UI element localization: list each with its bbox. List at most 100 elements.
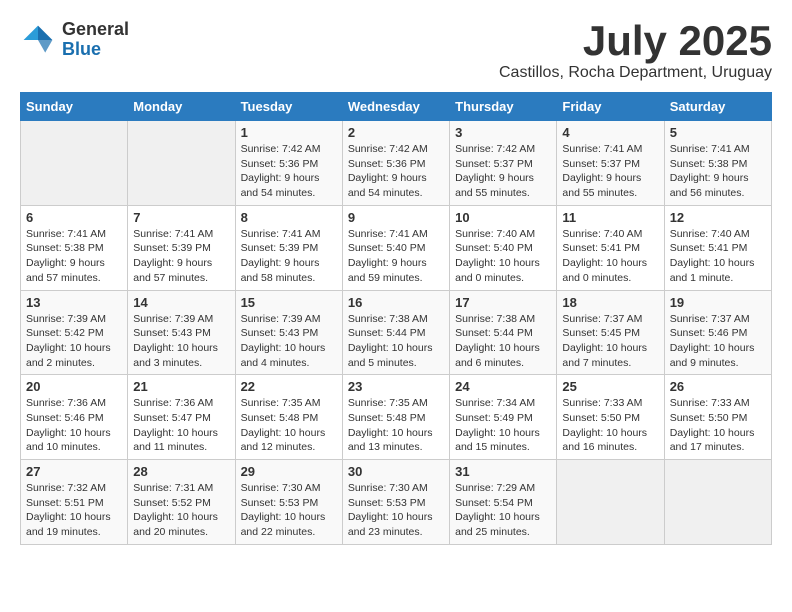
- calendar-cell: 8 Sunrise: 7:41 AM Sunset: 5:39 PM Daylig…: [235, 205, 342, 290]
- calendar-cell: [21, 121, 128, 206]
- calendar-cell: 17 Sunrise: 7:38 AM Sunset: 5:44 PM Dayli…: [450, 290, 557, 375]
- day-info: Sunrise: 7:40 AM Sunset: 5:41 PM Dayligh…: [562, 227, 658, 286]
- day-number: 13: [26, 295, 122, 310]
- day-of-week-header: Saturday: [664, 93, 771, 121]
- day-info: Sunrise: 7:39 AM Sunset: 5:42 PM Dayligh…: [26, 312, 122, 371]
- calendar-week-row: 6 Sunrise: 7:41 AM Sunset: 5:38 PM Daylig…: [21, 205, 772, 290]
- day-number: 31: [455, 464, 551, 479]
- day-info: Sunrise: 7:32 AM Sunset: 5:51 PM Dayligh…: [26, 481, 122, 540]
- calendar-cell: 9 Sunrise: 7:41 AM Sunset: 5:40 PM Daylig…: [342, 205, 449, 290]
- day-info: Sunrise: 7:42 AM Sunset: 5:36 PM Dayligh…: [241, 142, 337, 201]
- day-number: 3: [455, 125, 551, 140]
- calendar-cell: 18Sunrise: 7:37 AM Sunset: 5:45 PM Dayli…: [557, 290, 664, 375]
- logo: General Blue: [20, 20, 129, 60]
- calendar-cell: 12 Sunrise: 7:40 AM Sunset: 5:41 PM Dayli…: [664, 205, 771, 290]
- day-info: Sunrise: 7:41 AM Sunset: 5:37 PM Dayligh…: [562, 142, 658, 201]
- day-info: Sunrise: 7:30 AM Sunset: 5:53 PM Dayligh…: [241, 481, 337, 540]
- day-info: Sunrise: 7:41 AM Sunset: 5:40 PM Dayligh…: [348, 227, 444, 286]
- day-info: Sunrise: 7:39 AM Sunset: 5:43 PM Dayligh…: [133, 312, 229, 371]
- calendar-header-row: SundayMondayTuesdayWednesdayThursdayFrid…: [21, 93, 772, 121]
- day-number: 22: [241, 379, 337, 394]
- calendar-table: SundayMondayTuesdayWednesdayThursdayFrid…: [20, 92, 772, 545]
- day-number: 24: [455, 379, 551, 394]
- day-info: Sunrise: 7:41 AM Sunset: 5:39 PM Dayligh…: [241, 227, 337, 286]
- day-info: Sunrise: 7:38 AM Sunset: 5:44 PM Dayligh…: [348, 312, 444, 371]
- day-number: 7: [133, 210, 229, 225]
- day-number: 29: [241, 464, 337, 479]
- day-info: Sunrise: 7:40 AM Sunset: 5:40 PM Dayligh…: [455, 227, 551, 286]
- day-number: 30: [348, 464, 444, 479]
- calendar-cell: 10 Sunrise: 7:40 AM Sunset: 5:40 PM Dayli…: [450, 205, 557, 290]
- day-number: 26: [670, 379, 766, 394]
- day-number: 9: [348, 210, 444, 225]
- day-info: Sunrise: 7:33 AM Sunset: 5:50 PM Dayligh…: [562, 396, 658, 455]
- calendar-cell: 29 Sunrise: 7:30 AM Sunset: 5:53 PM Dayli…: [235, 460, 342, 545]
- day-number: 2: [348, 125, 444, 140]
- day-info: Sunrise: 7:37 AM Sunset: 5:46 PM Dayligh…: [670, 312, 766, 371]
- calendar-cell: [557, 460, 664, 545]
- day-info: Sunrise: 7:35 AM Sunset: 5:48 PM Dayligh…: [241, 396, 337, 455]
- day-number: 21: [133, 379, 229, 394]
- day-number: 8: [241, 210, 337, 225]
- day-info: Sunrise: 7:36 AM Sunset: 5:47 PM Dayligh…: [133, 396, 229, 455]
- day-number: 6: [26, 210, 122, 225]
- calendar-cell: 7 Sunrise: 7:41 AM Sunset: 5:39 PM Daylig…: [128, 205, 235, 290]
- calendar-cell: 26Sunrise: 7:33 AM Sunset: 5:50 PM Dayli…: [664, 375, 771, 460]
- day-info: Sunrise: 7:40 AM Sunset: 5:41 PM Dayligh…: [670, 227, 766, 286]
- calendar-cell: 22 Sunrise: 7:35 AM Sunset: 5:48 PM Dayli…: [235, 375, 342, 460]
- calendar-week-row: 20 Sunrise: 7:36 AM Sunset: 5:46 PM Dayli…: [21, 375, 772, 460]
- day-info: Sunrise: 7:36 AM Sunset: 5:46 PM Dayligh…: [26, 396, 122, 455]
- calendar-cell: 15 Sunrise: 7:39 AM Sunset: 5:43 PM Dayli…: [235, 290, 342, 375]
- logo-general: General: [62, 19, 129, 39]
- calendar-cell: 3 Sunrise: 7:42 AM Sunset: 5:37 PM Daylig…: [450, 121, 557, 206]
- calendar-cell: 1 Sunrise: 7:42 AM Sunset: 5:36 PM Daylig…: [235, 121, 342, 206]
- day-info: Sunrise: 7:42 AM Sunset: 5:37 PM Dayligh…: [455, 142, 551, 201]
- calendar-cell: 16 Sunrise: 7:38 AM Sunset: 5:44 PM Dayli…: [342, 290, 449, 375]
- calendar-cell: 23 Sunrise: 7:35 AM Sunset: 5:48 PM Dayli…: [342, 375, 449, 460]
- day-number: 1: [241, 125, 337, 140]
- day-number: 20: [26, 379, 122, 394]
- day-info: Sunrise: 7:38 AM Sunset: 5:44 PM Dayligh…: [455, 312, 551, 371]
- location-subtitle: Castillos, Rocha Department, Uruguay: [499, 64, 772, 82]
- logo-icon: [20, 22, 56, 58]
- day-number: 18: [562, 295, 658, 310]
- day-of-week-header: Tuesday: [235, 93, 342, 121]
- day-number: 27: [26, 464, 122, 479]
- day-number: 23: [348, 379, 444, 394]
- calendar-cell: 27 Sunrise: 7:32 AM Sunset: 5:51 PM Dayli…: [21, 460, 128, 545]
- day-info: Sunrise: 7:41 AM Sunset: 5:39 PM Dayligh…: [133, 227, 229, 286]
- logo-blue: Blue: [62, 39, 101, 59]
- day-info: Sunrise: 7:34 AM Sunset: 5:49 PM Dayligh…: [455, 396, 551, 455]
- day-info: Sunrise: 7:39 AM Sunset: 5:43 PM Dayligh…: [241, 312, 337, 371]
- day-number: 5: [670, 125, 766, 140]
- day-number: 17: [455, 295, 551, 310]
- day-of-week-header: Friday: [557, 93, 664, 121]
- day-number: 15: [241, 295, 337, 310]
- calendar-week-row: 13 Sunrise: 7:39 AM Sunset: 5:42 PM Dayli…: [21, 290, 772, 375]
- day-number: 16: [348, 295, 444, 310]
- day-of-week-header: Sunday: [21, 93, 128, 121]
- calendar-week-row: 27 Sunrise: 7:32 AM Sunset: 5:51 PM Dayli…: [21, 460, 772, 545]
- logo-text: General Blue: [62, 20, 129, 60]
- day-number: 10: [455, 210, 551, 225]
- calendar-cell: 21 Sunrise: 7:36 AM Sunset: 5:47 PM Dayli…: [128, 375, 235, 460]
- day-info: Sunrise: 7:29 AM Sunset: 5:54 PM Dayligh…: [455, 481, 551, 540]
- day-number: 12: [670, 210, 766, 225]
- calendar-cell: 20 Sunrise: 7:36 AM Sunset: 5:46 PM Dayli…: [21, 375, 128, 460]
- day-info: Sunrise: 7:41 AM Sunset: 5:38 PM Dayligh…: [26, 227, 122, 286]
- day-number: 28: [133, 464, 229, 479]
- day-info: Sunrise: 7:41 AM Sunset: 5:38 PM Dayligh…: [670, 142, 766, 201]
- day-of-week-header: Thursday: [450, 93, 557, 121]
- calendar-cell: 30Sunrise: 7:30 AM Sunset: 5:53 PM Dayli…: [342, 460, 449, 545]
- calendar-cell: 6 Sunrise: 7:41 AM Sunset: 5:38 PM Daylig…: [21, 205, 128, 290]
- day-info: Sunrise: 7:35 AM Sunset: 5:48 PM Dayligh…: [348, 396, 444, 455]
- day-number: 25: [562, 379, 658, 394]
- calendar-cell: 19 Sunrise: 7:37 AM Sunset: 5:46 PM Dayli…: [664, 290, 771, 375]
- calendar-cell: 14Sunrise: 7:39 AM Sunset: 5:43 PM Dayli…: [128, 290, 235, 375]
- day-number: 4: [562, 125, 658, 140]
- calendar-cell: 2Sunrise: 7:42 AM Sunset: 5:36 PM Daylig…: [342, 121, 449, 206]
- calendar-cell: 11Sunrise: 7:40 AM Sunset: 5:41 PM Dayli…: [557, 205, 664, 290]
- calendar-cell: 13 Sunrise: 7:39 AM Sunset: 5:42 PM Dayli…: [21, 290, 128, 375]
- calendar-cell: 24 Sunrise: 7:34 AM Sunset: 5:49 PM Dayli…: [450, 375, 557, 460]
- day-number: 19: [670, 295, 766, 310]
